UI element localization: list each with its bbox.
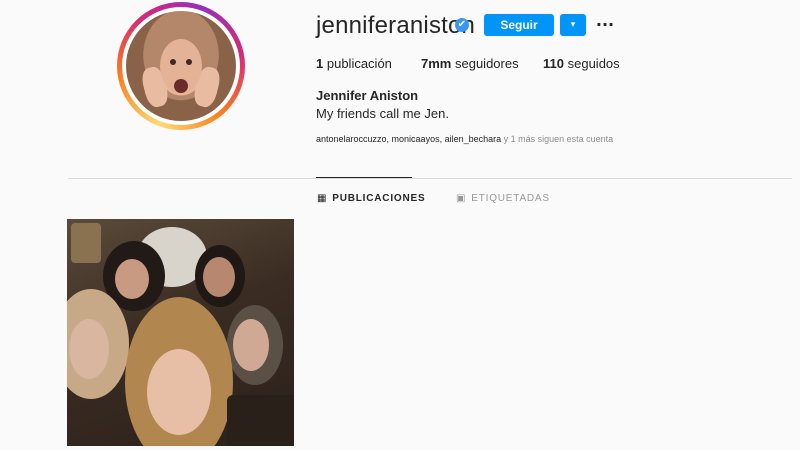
avatar-eye-right bbox=[186, 59, 192, 65]
tagged-icon: ▣ bbox=[456, 193, 467, 204]
profile-username: jenniferaniston bbox=[316, 12, 476, 39]
photo-lamp-glow bbox=[71, 223, 101, 263]
following-count: 110 bbox=[543, 56, 564, 71]
followers-label: seguidores bbox=[454, 56, 519, 71]
followed-by-suffix: y 1 más siguen esta cuenta bbox=[501, 134, 614, 144]
photo-table bbox=[227, 395, 294, 446]
photo-face-4 bbox=[233, 319, 269, 371]
verified-badge-icon: ✔ bbox=[455, 18, 469, 32]
followed-by-users[interactable]: antonelaroccuzzo, monicaayos, ailen_bech… bbox=[316, 134, 501, 144]
profile-full-name: Jennifer Aniston bbox=[316, 88, 419, 103]
avatar-eye-left bbox=[170, 59, 176, 65]
tab-tagged-label: ETIQUETADAS bbox=[471, 193, 550, 204]
avatar-frame bbox=[122, 7, 240, 125]
stat-followers[interactable]: 7mm seguidores bbox=[421, 56, 519, 71]
following-label: seguidos bbox=[567, 56, 620, 71]
tab-posts-label: PUBLICACIONES bbox=[332, 193, 426, 204]
post-thumbnail[interactable] bbox=[67, 219, 294, 446]
photo-face-3 bbox=[69, 319, 109, 379]
grid-icon: ▦ bbox=[317, 193, 328, 204]
posts-label: publicación bbox=[326, 56, 392, 71]
more-options-icon[interactable]: ··· bbox=[594, 12, 616, 36]
avatar[interactable] bbox=[126, 11, 236, 121]
profile-bio: My friends call me Jen. bbox=[316, 106, 449, 121]
follow-button[interactable]: Seguir bbox=[484, 14, 554, 36]
stat-following[interactable]: 110 seguidos bbox=[543, 56, 620, 71]
tabs-divider bbox=[68, 178, 792, 179]
suggested-dropdown-button[interactable]: ▾ bbox=[560, 14, 586, 36]
profile-avatar-ring[interactable] bbox=[117, 2, 245, 130]
photo-face-2 bbox=[203, 257, 235, 297]
photo-face-1 bbox=[115, 259, 149, 299]
avatar-mouth bbox=[174, 79, 188, 93]
posts-count: 1 bbox=[316, 56, 324, 71]
tab-posts[interactable]: ▦ PUBLICACIONES bbox=[317, 193, 425, 204]
stat-posts: 1 publicación bbox=[316, 56, 392, 71]
followers-count: 7mm bbox=[421, 56, 452, 71]
tab-tagged[interactable]: ▣ ETIQUETADAS bbox=[456, 193, 550, 204]
active-tab-indicator bbox=[316, 177, 412, 178]
photo-face-front bbox=[147, 349, 211, 435]
followed-by-line[interactable]: antonelaroccuzzo, monicaayos, ailen_bech… bbox=[316, 134, 613, 144]
